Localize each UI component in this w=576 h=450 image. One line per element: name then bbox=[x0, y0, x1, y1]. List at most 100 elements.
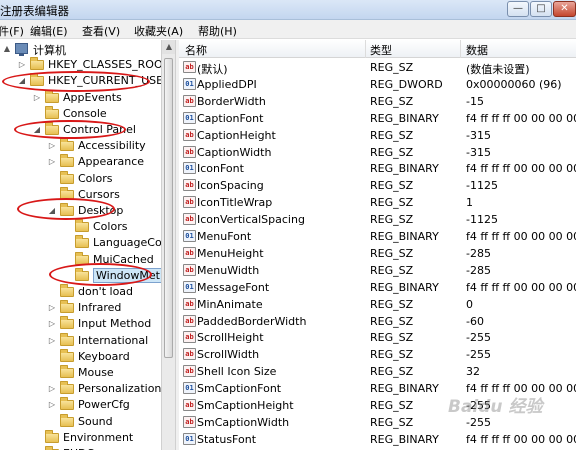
value-data: 0x00000060 (96) bbox=[466, 77, 562, 91]
value-row[interactable]: 01 MenuFont REG_BINARY f4 ff ff ff 00 00 00… bbox=[179, 228, 576, 245]
value-row[interactable]: ab IconVerticalSpacing REG_SZ -1125 bbox=[179, 211, 576, 228]
expand-toggle-icon[interactable]: ▷ bbox=[47, 336, 57, 345]
value-data: 1 bbox=[466, 196, 473, 210]
value-data: -255 bbox=[466, 331, 491, 345]
value-data: -1125 bbox=[466, 179, 498, 193]
value-data: -60 bbox=[466, 314, 484, 328]
menu-view[interactable]: 查看(V) bbox=[82, 23, 120, 39]
expand-toggle-icon[interactable]: ▷ bbox=[47, 141, 57, 150]
expand-toggle-icon[interactable]: ▷ bbox=[47, 400, 57, 409]
column-name-header[interactable]: 名称 bbox=[185, 42, 207, 58]
value-row[interactable]: ab CaptionWidth REG_SZ -315 bbox=[179, 144, 576, 161]
string-value-icon: ab bbox=[183, 213, 196, 226]
value-row[interactable]: ab MinAnimate REG_SZ 0 bbox=[179, 296, 576, 313]
value-row[interactable]: ab CaptionHeight REG_SZ -315 bbox=[179, 127, 576, 144]
menu-edit[interactable]: 编辑(E) bbox=[30, 23, 68, 39]
folder-icon bbox=[45, 89, 59, 103]
menu-favorites[interactable]: 收藏夹(A) bbox=[134, 23, 183, 39]
string-value-icon: ab bbox=[183, 128, 196, 141]
string-value-icon: ab bbox=[183, 297, 196, 310]
menu-help[interactable]: 帮助(H) bbox=[198, 23, 237, 39]
column-type-header[interactable]: 类型 bbox=[370, 42, 392, 58]
value-row[interactable]: 01 MessageFont REG_BINARY f4 ff ff ff 00 00… bbox=[179, 279, 576, 296]
value-name: MinAnimate bbox=[197, 297, 263, 311]
tree-item-label: Desktop bbox=[78, 204, 124, 217]
value-row[interactable]: ab (默认) REG_SZ (数值未设置) bbox=[179, 59, 576, 76]
string-value-icon: ab bbox=[183, 179, 196, 192]
expand-toggle-icon[interactable]: ◢ bbox=[32, 125, 42, 134]
value-data: f4 ff ff ff 00 00 00 00 00 bbox=[466, 162, 576, 176]
scrollbar-thumb[interactable] bbox=[164, 58, 173, 358]
folder-icon bbox=[60, 348, 74, 362]
tree-item-label: Infrared bbox=[78, 301, 122, 315]
scroll-up-arrow-icon[interactable]: ▲ bbox=[162, 40, 176, 54]
value-type: REG_SZ bbox=[370, 128, 414, 142]
folder-icon bbox=[45, 122, 59, 135]
expand-toggle-icon[interactable]: ▷ bbox=[32, 93, 42, 102]
value-name: ScrollWidth bbox=[197, 348, 260, 362]
value-type: REG_BINARY bbox=[370, 162, 439, 176]
column-divider[interactable] bbox=[460, 40, 461, 58]
tree-item-label: 计算机 bbox=[33, 44, 66, 57]
menu-file[interactable]: 件(F) bbox=[0, 23, 24, 39]
value-type: REG_SZ bbox=[370, 145, 414, 159]
value-row[interactable]: 01 CaptionFont REG_BINARY f4 ff ff ff 00 00… bbox=[179, 110, 576, 127]
value-row[interactable]: ab ScrollWidth REG_SZ -255 bbox=[179, 346, 576, 363]
folder-icon bbox=[45, 105, 59, 119]
value-data: -315 bbox=[466, 145, 491, 159]
value-type: REG_SZ bbox=[370, 365, 414, 379]
string-value-icon: ab bbox=[183, 415, 196, 428]
expand-toggle-icon[interactable]: ▷ bbox=[47, 157, 57, 166]
value-name: CaptionFont bbox=[197, 111, 264, 125]
tree-item-label: Sound bbox=[78, 414, 113, 428]
value-row[interactable]: ab Shell Icon Size REG_SZ 32 bbox=[179, 363, 576, 380]
expand-toggle-icon[interactable]: ▷ bbox=[47, 384, 57, 393]
expand-toggle-icon[interactable]: ◢ bbox=[47, 206, 57, 215]
expand-toggle-icon[interactable]: ◢ bbox=[17, 76, 27, 85]
value-type: REG_SZ bbox=[370, 314, 414, 328]
maximize-button[interactable]: □ bbox=[530, 1, 552, 17]
value-data: (数值未设置) bbox=[466, 63, 530, 76]
tree-item-label: Console bbox=[63, 106, 107, 120]
expand-toggle-icon[interactable]: ▷ bbox=[47, 303, 57, 312]
registry-tree[interactable]: ▲ 计算机 ▷ HKEY_CLASSES_ROOT ◢ HKEY_CURRENT_USER… bbox=[0, 40, 161, 450]
tree-scrollbar[interactable]: ▲ bbox=[161, 40, 176, 450]
value-row[interactable]: ab MenuHeight REG_SZ -285 bbox=[179, 245, 576, 262]
value-data: -255 bbox=[466, 415, 491, 429]
expand-toggle-icon[interactable]: ▷ bbox=[47, 319, 57, 328]
binary-value-icon: 01 bbox=[183, 162, 196, 175]
value-name: SmCaptionFont bbox=[197, 382, 282, 396]
column-data-header[interactable]: 数据 bbox=[466, 42, 488, 58]
value-row[interactable]: ab ScrollHeight REG_SZ -255 bbox=[179, 329, 576, 346]
value-row[interactable]: ab MenuWidth REG_SZ -285 bbox=[179, 262, 576, 279]
value-data: -285 bbox=[466, 263, 491, 277]
expand-toggle-icon[interactable]: ▲ bbox=[2, 44, 12, 53]
close-button[interactable]: ✕ bbox=[553, 1, 576, 17]
value-row[interactable]: 01 IconFont REG_BINARY f4 ff ff ff 00 00 00… bbox=[179, 160, 576, 177]
value-name: MessageFont bbox=[197, 280, 270, 294]
value-type: REG_SZ bbox=[370, 213, 414, 227]
tree-item-label: WindowMetrics bbox=[93, 267, 161, 283]
folder-icon bbox=[30, 57, 44, 71]
tree-item-label: Input Method bbox=[78, 317, 152, 331]
value-type: REG_SZ bbox=[370, 61, 414, 74]
string-value-icon: ab bbox=[183, 331, 196, 344]
value-row[interactable]: 01 StatusFont REG_BINARY f4 ff ff ff 00 00 … bbox=[179, 431, 576, 448]
values-list[interactable]: 名称 类型 数据 ab (默认) REG_SZ (数值未设置) 01 AppliedDPI… bbox=[179, 40, 576, 450]
minimize-button[interactable]: — bbox=[507, 1, 529, 17]
value-row[interactable]: 01 AppliedDPI REG_DWORD 0x00000060 (96) bbox=[179, 76, 576, 93]
value-row[interactable]: ab BorderWidth REG_SZ -15 bbox=[179, 93, 576, 110]
expand-toggle-icon[interactable]: ▷ bbox=[17, 60, 27, 69]
tree-item-label: Keyboard bbox=[78, 349, 130, 363]
tree-item-label: Environment bbox=[63, 430, 134, 444]
value-name: CaptionHeight bbox=[197, 128, 276, 142]
value-row[interactable]: ab PaddedBorderWidth REG_SZ -60 bbox=[179, 313, 576, 330]
value-row[interactable]: ab IconTitleWrap REG_SZ 1 bbox=[179, 194, 576, 211]
computer-icon bbox=[15, 43, 28, 56]
value-row[interactable]: ab IconSpacing REG_SZ -1125 bbox=[179, 177, 576, 194]
column-divider[interactable] bbox=[365, 40, 366, 58]
folder-icon bbox=[60, 332, 74, 346]
folder-icon bbox=[60, 154, 74, 168]
folder-icon bbox=[30, 73, 44, 87]
value-type: REG_SZ bbox=[370, 179, 414, 193]
